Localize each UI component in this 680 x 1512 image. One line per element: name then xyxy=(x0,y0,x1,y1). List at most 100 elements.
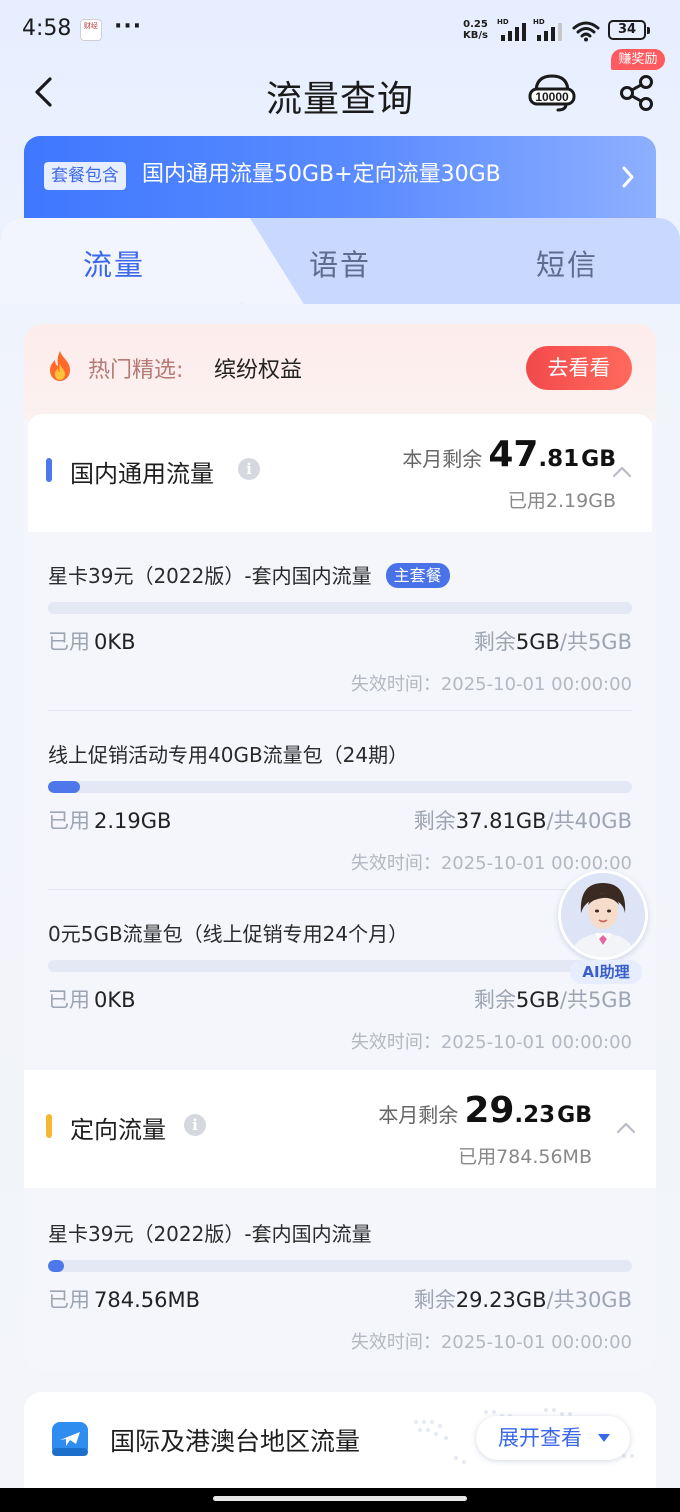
expand-view-button[interactable]: 展开查看 xyxy=(476,1416,630,1460)
hot-pick-banner: 热门精选: 缤纷权益 去看看 xyxy=(24,324,656,420)
airplane-icon xyxy=(52,1422,88,1456)
targeted-data-header[interactable]: 定向流量 i 本月剩余 29.23GB 已用784.56MB xyxy=(24,1070,656,1188)
domestic-data-header[interactable]: 国内通用流量 i 本月剩余 47.81GB 已用2.19GB xyxy=(28,414,652,532)
total-value: /共5GB xyxy=(559,988,632,1012)
targeted-accent-bar xyxy=(46,1114,52,1138)
share-icon[interactable] xyxy=(616,72,658,114)
item-title: 星卡39元（2022版）-套内国内流量 主套餐 xyxy=(48,560,450,589)
home-indicator[interactable] xyxy=(213,1496,467,1501)
remaining-amount: 剩余37.81GB/共40GB xyxy=(414,805,632,835)
remaining-integer: 47 xyxy=(488,434,539,475)
fire-icon xyxy=(50,351,70,381)
package-text: 国内通用流量50GB+定向流量30GB xyxy=(142,162,501,187)
total-value: /共40GB xyxy=(546,809,632,833)
ai-assistant-label: AI助理 xyxy=(570,960,642,984)
remaining-decimal: .81 xyxy=(538,446,580,472)
hot-pick-label: 热门精选: xyxy=(88,358,184,383)
usage-progress-fill xyxy=(48,1260,64,1272)
targeted-remaining: 本月剩余 29.23GB xyxy=(378,1090,592,1134)
ai-assistant-avatar xyxy=(558,870,648,960)
domestic-accent-bar xyxy=(46,458,52,482)
reward-badge[interactable]: 赚奖励 xyxy=(611,49,665,70)
remain-label: 剩余 xyxy=(413,809,456,833)
info-icon[interactable]: i xyxy=(238,458,260,480)
package-tag: 套餐包含 xyxy=(44,162,126,190)
remain-label: 剩余 xyxy=(473,630,516,654)
svg-text:10000: 10000 xyxy=(535,90,569,104)
remaining-amount: 剩余29.23GB/共30GB xyxy=(414,1284,632,1314)
tab-data[interactable]: 流量 xyxy=(83,242,145,284)
remaining-label: 本月剩余 xyxy=(378,1103,459,1127)
remaining-decimal: .23 xyxy=(514,1102,556,1128)
expand-view-label: 展开查看 xyxy=(498,1426,582,1450)
network-speed-unit: KB/s xyxy=(463,30,488,41)
tab-bar: 流量 语音 短信 xyxy=(0,218,680,304)
usage-progress-track xyxy=(48,602,632,614)
used-amount: 已用 0KB xyxy=(48,626,136,656)
item-name: 星卡39元（2022版）-套内国内流量 xyxy=(48,564,372,588)
targeted-used: 已用784.56MB xyxy=(458,1146,592,1168)
hot-pick-value[interactable]: 缤纷权益 xyxy=(214,352,302,384)
remaining-amount: 剩余5GB/共5GB xyxy=(474,626,632,656)
remaining-unit: GB xyxy=(557,1103,592,1128)
info-icon[interactable]: i xyxy=(184,1114,206,1136)
used-label: 已用 xyxy=(48,988,90,1012)
remaining-integer: 29 xyxy=(464,1090,515,1131)
signal-bars-icon xyxy=(501,23,526,41)
used-amount: 已用 2.19GB xyxy=(48,805,171,835)
caret-down-icon xyxy=(598,1434,610,1442)
remain-value: 37.81GB xyxy=(455,809,547,833)
10000-service-icon[interactable]: 10000 xyxy=(528,70,576,114)
used-amount: 已用 0KB xyxy=(48,984,136,1014)
domestic-data-title: 国内通用流量 xyxy=(70,460,214,488)
tab-voice[interactable]: 语音 xyxy=(309,242,371,284)
remain-label: 剩余 xyxy=(473,988,516,1012)
ai-assistant-button[interactable]: AI助理 xyxy=(556,868,652,986)
divider xyxy=(48,889,632,890)
used-value: 0KB xyxy=(94,988,136,1012)
used-value: 2.19GB xyxy=(94,809,172,833)
targeted-data-title: 定向流量 xyxy=(70,1116,166,1144)
finance-app-notification-icon: 财经 xyxy=(80,19,102,41)
used-amount: 已用 784.56MB xyxy=(48,1284,200,1314)
item-title: 线上促销活动专用40GB流量包（24期） xyxy=(48,743,409,767)
domestic-item-2: 线上促销活动专用40GB流量包（24期） 已用 2.19GB 剩余37.81GB/… xyxy=(24,739,656,879)
expire-time: 失效时间：2025-10-01 00:00:00 xyxy=(350,1032,632,1053)
tab-sms[interactable]: 短信 xyxy=(536,242,598,284)
status-bar: 4:58 财经 ··· 0.25 KB/s HD HD 34 xyxy=(0,0,680,60)
chevron-up-icon[interactable] xyxy=(616,1120,636,1134)
used-value: 0KB xyxy=(94,630,136,654)
battery-icon: 34 xyxy=(608,20,650,40)
remaining-unit: GB xyxy=(581,447,616,472)
total-value: /共30GB xyxy=(546,1288,632,1312)
go-see-button[interactable]: 去看看 xyxy=(526,346,632,390)
remain-value: 5GB xyxy=(515,988,560,1012)
item-title: 0元5GB流量包（线上促销专用24个月） xyxy=(48,922,409,946)
item-title: 星卡39元（2022版）-套内国内流量 xyxy=(48,1222,372,1246)
remain-value: 5GB xyxy=(515,630,560,654)
network-speed: 0.25 KB/s xyxy=(463,19,488,41)
international-roaming-card[interactable]: 国际及港澳台地区流量 展开查看 xyxy=(24,1392,656,1488)
remaining-label: 本月剩余 xyxy=(402,447,483,471)
remaining-amount: 剩余5GB/共5GB xyxy=(474,984,632,1014)
domestic-remaining: 本月剩余 47.81GB xyxy=(402,434,616,478)
divider xyxy=(48,710,632,711)
signal-bars-icon xyxy=(537,23,562,41)
status-time: 4:58 xyxy=(22,16,72,41)
remain-value: 29.23GB xyxy=(455,1288,547,1312)
usage-progress-track xyxy=(48,960,632,972)
targeted-item-1: 星卡39元（2022版）-套内国内流量 已用 784.56MB 剩余29.23GB… xyxy=(24,1218,656,1358)
wifi-icon xyxy=(572,21,600,42)
chevron-up-icon[interactable] xyxy=(612,464,632,478)
total-value: /共5GB xyxy=(559,630,632,654)
main-package-badge: 主套餐 xyxy=(385,563,450,588)
international-title: 国际及港澳台地区流量 xyxy=(110,1427,361,1456)
used-value: 784.56MB xyxy=(94,1288,201,1312)
domestic-item-1: 星卡39元（2022版）-套内国内流量 主套餐 已用 0KB 剩余5GB/共5GB … xyxy=(24,560,656,700)
usage-progress-track xyxy=(48,781,632,793)
chevron-right-icon xyxy=(622,166,634,188)
used-label: 已用 xyxy=(48,1288,90,1312)
package-banner[interactable]: 套餐包含 国内通用流量50GB+定向流量30GB xyxy=(24,136,656,218)
data-usage-card: 热门精选: 缤纷权益 去看看 国内通用流量 i 本月剩余 47.81GB 已用2.… xyxy=(24,324,656,1370)
remain-label: 剩余 xyxy=(413,1288,456,1312)
